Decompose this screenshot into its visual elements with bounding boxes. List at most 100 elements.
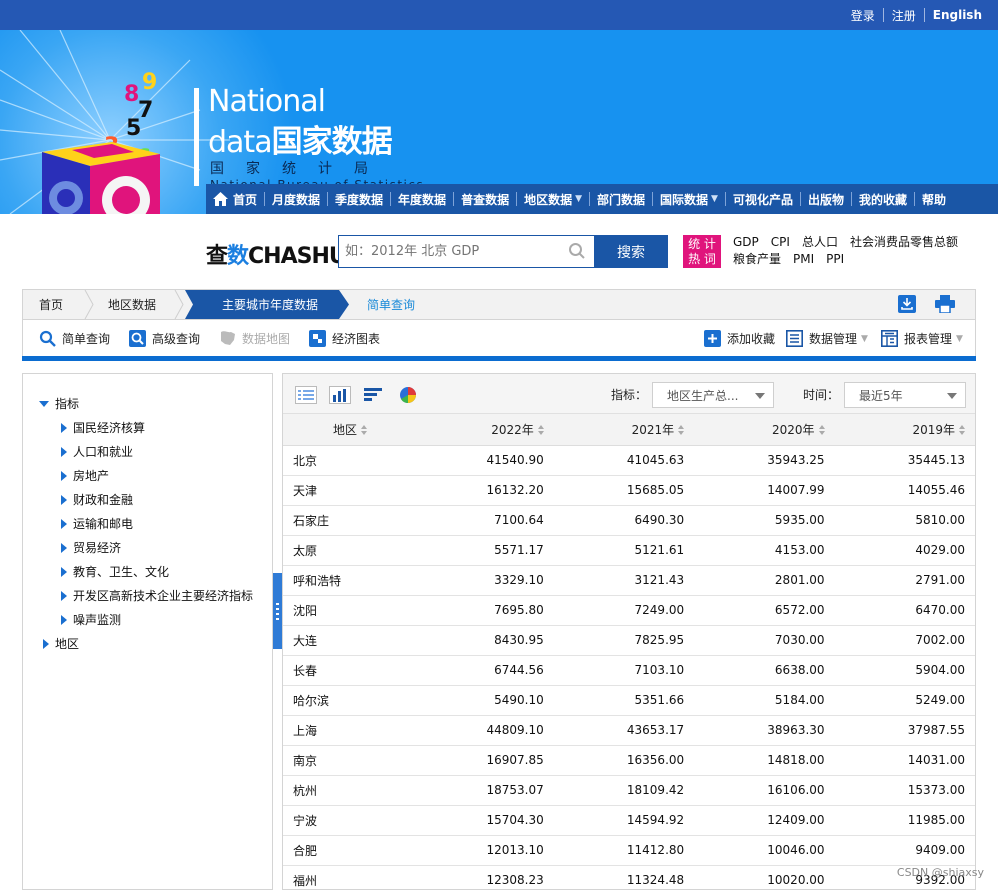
- nav-label: 地区数据: [524, 192, 573, 207]
- nav-monthly[interactable]: 月度数据: [265, 191, 327, 208]
- table-view-icon[interactable]: [295, 386, 317, 404]
- value-cell: 5351.66: [553, 685, 695, 716]
- login-link[interactable]: 登录: [843, 7, 883, 24]
- breadcrumb-region[interactable]: 地区数据: [108, 290, 156, 319]
- tree-node-region[interactable]: 地区: [43, 635, 79, 652]
- caret-right-icon: [61, 422, 67, 433]
- print-icon[interactable]: [935, 295, 955, 313]
- hot-word-link[interactable]: CPI: [771, 235, 790, 249]
- region-cell: 合肥: [283, 835, 414, 866]
- add-favorite-button[interactable]: 添加收藏: [704, 330, 775, 347]
- nav-favorites[interactable]: 我的收藏: [852, 191, 914, 208]
- caret-down-icon: [39, 400, 49, 407]
- chevron-down-icon: ▼: [711, 194, 718, 204]
- column-header-year[interactable]: 2020年: [694, 414, 835, 446]
- tree-label: 教育、卫生、文化: [73, 565, 170, 579]
- nav-help[interactable]: 帮助: [915, 191, 953, 208]
- report-management-menu[interactable]: 报表管理 ▼: [881, 330, 963, 347]
- button-label: 添加收藏: [727, 332, 776, 346]
- sort-icon[interactable]: [818, 425, 825, 436]
- value-cell: 11985.00: [834, 805, 975, 836]
- register-link[interactable]: 注册: [884, 7, 924, 24]
- nav-regional[interactable]: 地区数据 ▼: [517, 191, 589, 208]
- search-button[interactable]: 搜索: [594, 235, 668, 268]
- region-cell: 太原: [283, 535, 414, 566]
- table-row: 上海 44809.10 43653.17 38963.30 37987.55: [283, 715, 975, 746]
- sort-icon[interactable]: [678, 425, 685, 436]
- column-header-region[interactable]: 地区: [283, 414, 414, 446]
- data-map-tab[interactable]: 数据地图: [219, 330, 290, 347]
- table-row: 石家庄 7100.64 6490.30 5935.00 5810.00: [283, 505, 975, 536]
- panel-splitter[interactable]: [273, 573, 282, 649]
- hot-word-link[interactable]: PPI: [826, 252, 844, 266]
- pie-chart-icon[interactable]: [399, 386, 417, 404]
- bar-chart-icon[interactable]: [329, 386, 351, 404]
- caret-down-icon: [947, 393, 957, 399]
- data-management-menu[interactable]: 数据管理 ▼: [786, 330, 868, 347]
- search-input[interactable]: [339, 236, 559, 267]
- tree-node[interactable]: 国民经济核算: [61, 419, 145, 436]
- hot-word-link[interactable]: PMI: [793, 252, 814, 266]
- search-icon[interactable]: [568, 242, 586, 260]
- select-value: 地区生产总...: [667, 388, 739, 403]
- indicator-select[interactable]: 地区生产总...: [652, 382, 774, 408]
- sort-icon[interactable]: [361, 425, 368, 436]
- tree-label: 房地产: [73, 469, 110, 483]
- value-cell: 2791.00: [834, 565, 975, 596]
- value-cell: 35445.13: [834, 445, 975, 476]
- map-icon: [221, 331, 235, 345]
- sort-icon[interactable]: [537, 425, 544, 436]
- nav-quarterly[interactable]: 季度数据: [328, 191, 390, 208]
- caret-down-icon: [755, 393, 765, 399]
- hot-word-link[interactable]: 社会消费品零售总额: [850, 235, 958, 249]
- advanced-query-tab[interactable]: 高级查询: [129, 330, 200, 347]
- nav-department[interactable]: 部门数据: [590, 191, 652, 208]
- tree-node[interactable]: 运输和邮电: [61, 515, 133, 532]
- region-cell: 上海: [283, 715, 414, 746]
- value-cell: 37987.55: [834, 715, 975, 746]
- table-row: 合肥 12013.10 11412.80 10046.00 9409.00: [283, 835, 975, 866]
- nav-visualization[interactable]: 可视化产品: [726, 191, 800, 208]
- hot-word-link[interactable]: 粮食产量: [733, 252, 781, 266]
- tree-label: 人口和就业: [73, 445, 134, 459]
- nav-publications[interactable]: 出版物: [801, 191, 851, 208]
- download-icon[interactable]: [898, 295, 916, 313]
- tree-node[interactable]: 人口和就业: [61, 443, 133, 460]
- nav-home[interactable]: 首页: [206, 191, 264, 208]
- tree-node[interactable]: 贸易经济: [61, 539, 121, 556]
- value-cell: 2801.00: [694, 565, 835, 596]
- tree-node[interactable]: 教育、卫生、文化: [61, 563, 169, 580]
- horizontal-bar-icon[interactable]: [363, 386, 385, 404]
- nav-label: 国际数据: [660, 192, 709, 207]
- column-header-year[interactable]: 2019年: [834, 414, 975, 446]
- table-header-row: 地区 2022年 2021年 2020年 2019年: [283, 414, 975, 446]
- tree-node[interactable]: 噪声监测: [61, 611, 121, 628]
- indicator-label: 指标：: [611, 388, 648, 402]
- value-cell: 6572.00: [694, 595, 835, 626]
- tree-node-indicators[interactable]: 指标: [39, 395, 79, 412]
- region-cell: 宁波: [283, 805, 414, 836]
- time-select[interactable]: 最近5年: [844, 382, 966, 408]
- tree-label: 国民经济核算: [73, 421, 146, 435]
- tree-node[interactable]: 财政和金融: [61, 491, 133, 508]
- hot-word-link[interactable]: GDP: [733, 235, 759, 249]
- breadcrumb-current[interactable]: 主要城市年度数据: [222, 290, 318, 319]
- nav-international[interactable]: 国际数据 ▼: [653, 191, 725, 208]
- hot-word-link[interactable]: 总人口: [802, 235, 838, 249]
- english-link[interactable]: English: [925, 8, 990, 22]
- simple-query-tab[interactable]: 简单查询: [39, 330, 110, 347]
- nav-label: 我的收藏: [859, 192, 908, 207]
- breadcrumb-home[interactable]: 首页: [39, 290, 63, 319]
- tree-node[interactable]: 房地产: [61, 467, 109, 484]
- sort-icon[interactable]: [959, 425, 965, 436]
- logo-data: data国家数据: [208, 116, 393, 161]
- header-label: 2019年: [912, 422, 955, 437]
- nav-census[interactable]: 普查数据: [454, 191, 516, 208]
- column-header-year[interactable]: 2021年: [553, 414, 695, 446]
- table-body: 北京 41540.90 41045.63 35943.25 35445.13 天津 1613…: [283, 445, 975, 890]
- economic-chart-tab[interactable]: 经济图表: [309, 330, 380, 347]
- nav-annual[interactable]: 年度数据: [391, 191, 453, 208]
- column-header-year[interactable]: 2022年: [413, 414, 554, 446]
- tree-node[interactable]: 开发区高新技术企业主要经济指标: [61, 587, 253, 604]
- hot-label: 热 词: [688, 252, 716, 266]
